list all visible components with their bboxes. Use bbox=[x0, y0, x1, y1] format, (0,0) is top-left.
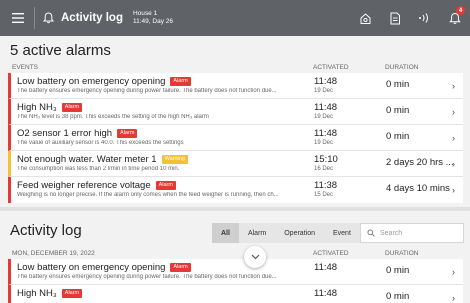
alarm-date: 19 Dec bbox=[314, 140, 334, 146]
active-alarms-heading: 5 active alarms bbox=[10, 42, 111, 59]
chevron-right-icon[interactable]: › bbox=[452, 81, 455, 91]
log-row[interactable]: Low battery on emergency opening Alarm Th… bbox=[8, 259, 463, 285]
activity-log-list: Low battery on emergency opening Alarm Th… bbox=[8, 259, 463, 303]
alarm-title-wrap: Feed weigher reference voltage Alarm bbox=[17, 180, 176, 191]
alarm-title-wrap: Not enough water. Water meter 1 Warning bbox=[17, 154, 188, 165]
alarm-date: 16 Dec bbox=[314, 166, 334, 172]
search-icon bbox=[367, 229, 375, 237]
alarm-tag: Alarm bbox=[61, 103, 83, 112]
scroll-down-button[interactable] bbox=[244, 246, 266, 268]
alarm-duration: 0 min bbox=[386, 131, 410, 142]
log-filter-tabs: All Alarm Operation Event bbox=[212, 223, 360, 243]
alarm-description: Weighing is no longer precise. If the al… bbox=[17, 192, 279, 198]
alarm-title-wrap: High NH₃ Alarm bbox=[17, 102, 83, 113]
alarm-time: 11:48 bbox=[314, 76, 338, 87]
section-divider bbox=[0, 207, 470, 211]
duration-column-header: DURATION bbox=[385, 64, 419, 71]
alarm-tag: Alarm bbox=[117, 129, 138, 138]
alarm-description: The consumption was less than 2 l/min in… bbox=[17, 166, 180, 172]
log-date-header: MON, DECEMBER 19, 2022 bbox=[12, 250, 95, 257]
log-title: Low battery on emergency opening bbox=[17, 262, 166, 273]
alarm-title: O2 sensor 1 error high bbox=[17, 128, 113, 139]
alarm-date: 19 Dec bbox=[314, 88, 334, 94]
alarm-title-wrap: Low battery on emergency opening Alarm bbox=[17, 76, 191, 87]
warning-tag: Warning bbox=[161, 155, 188, 164]
log-time: 11:48 bbox=[314, 288, 338, 299]
log-title-wrap: Low battery on emergency opening Alarm bbox=[17, 262, 191, 273]
chevron-right-icon[interactable]: › bbox=[452, 267, 455, 277]
chevron-down-icon bbox=[251, 254, 259, 260]
alarm-description: The NH₃ level is 38 ppm. This exceeds th… bbox=[17, 114, 209, 120]
activity-log-heading: Activity log bbox=[10, 222, 82, 239]
house-name: House 1 bbox=[132, 10, 158, 17]
log-activated-header: ACTIVATED bbox=[313, 250, 349, 257]
alarm-tag: Alarm bbox=[170, 77, 191, 86]
report-icon[interactable] bbox=[380, 0, 410, 36]
log-duration: 0 min bbox=[386, 291, 410, 302]
filter-operation[interactable]: Operation bbox=[275, 223, 324, 243]
alarm-time: 11:48 bbox=[314, 128, 338, 139]
alarm-row[interactable]: Low battery on emergency opening Alarm Th… bbox=[8, 73, 463, 99]
alarm-description: The battery ensures emergency opening du… bbox=[17, 88, 277, 94]
bell-icon bbox=[41, 12, 55, 24]
log-duration: 0 min bbox=[386, 265, 410, 276]
search-placeholder: Search bbox=[380, 229, 403, 237]
alarm-row[interactable]: Not enough water. Water meter 1 Warning T… bbox=[8, 151, 463, 177]
alarm-date: 19 Dec bbox=[314, 114, 334, 120]
alarm-time: 11:38 bbox=[314, 180, 338, 191]
log-title: High NH₃ bbox=[17, 288, 57, 299]
alarm-title-wrap: O2 sensor 1 error high Alarm bbox=[17, 128, 138, 139]
alarm-tag: Alarm bbox=[170, 263, 191, 272]
alarm-tag: Alarm bbox=[155, 181, 176, 190]
log-description: The battery ensures emergency opening du… bbox=[17, 274, 277, 280]
house-datetime: 11:49, Day 26 bbox=[132, 18, 173, 25]
topbar-divider bbox=[34, 7, 35, 29]
alarm-tag: Alarm bbox=[61, 289, 83, 298]
notification-badge: 4 bbox=[456, 6, 465, 15]
alarm-row[interactable]: Feed weigher reference voltage Alarm Weig… bbox=[8, 177, 463, 203]
alarm-title: Not enough water. Water meter 1 bbox=[17, 154, 157, 165]
alarm-row[interactable]: High NH₃ Alarm The NH₃ level is 38 ppm. T… bbox=[8, 99, 463, 125]
chevron-right-icon[interactable]: › bbox=[452, 159, 455, 169]
alarm-duration: 2 days 20 hrs ... bbox=[386, 157, 454, 168]
chevron-right-icon[interactable]: › bbox=[452, 107, 455, 117]
menu-icon[interactable] bbox=[6, 0, 30, 36]
chevron-right-icon[interactable]: › bbox=[452, 185, 455, 195]
alarm-duration: 4 days 10 mins bbox=[386, 183, 450, 194]
filter-all[interactable]: All bbox=[212, 223, 239, 243]
log-time: 11:48 bbox=[314, 262, 338, 273]
alarm-title: Feed weigher reference voltage bbox=[17, 180, 151, 191]
house-status-icon[interactable] bbox=[350, 0, 380, 36]
alarm-duration: 0 min bbox=[386, 105, 410, 116]
top-bar: Activity log House 1 11:49, Day 26 4 bbox=[0, 0, 470, 36]
alarm-title: Low battery on emergency opening bbox=[17, 76, 166, 87]
search-input[interactable]: Search bbox=[360, 223, 464, 243]
wireless-icon[interactable] bbox=[410, 0, 440, 36]
alarm-description: The value of auxiliary sensor is 40.0. T… bbox=[17, 140, 184, 146]
active-alarms-list: Low battery on emergency opening Alarm Th… bbox=[8, 73, 463, 203]
alarm-date: 15 Dec bbox=[314, 192, 334, 198]
alarm-time: 15:10 bbox=[314, 154, 338, 165]
activated-column-header: ACTIVATED bbox=[313, 64, 349, 71]
alarm-title: High NH₃ bbox=[17, 102, 57, 113]
alarm-row[interactable]: O2 sensor 1 error high Alarm The value of… bbox=[8, 125, 463, 151]
filter-event[interactable]: Event bbox=[324, 223, 360, 243]
chevron-right-icon[interactable]: › bbox=[452, 133, 455, 143]
notifications-icon[interactable]: 4 bbox=[440, 0, 470, 36]
log-row[interactable]: High NH₃ Alarm 11:48 0 min › bbox=[8, 285, 463, 303]
house-info: House 1 11:49, Day 26 bbox=[133, 10, 173, 26]
filter-alarm[interactable]: Alarm bbox=[239, 223, 275, 243]
log-duration-header: DURATION bbox=[385, 250, 419, 257]
events-column-header: EVENTS bbox=[12, 64, 39, 71]
page-title: Activity log bbox=[61, 12, 123, 24]
log-title-wrap: High NH₃ Alarm bbox=[17, 288, 83, 299]
alarm-time: 11:48 bbox=[314, 102, 338, 113]
alarm-duration: 0 min bbox=[386, 79, 410, 90]
chevron-right-icon[interactable]: › bbox=[452, 293, 455, 303]
